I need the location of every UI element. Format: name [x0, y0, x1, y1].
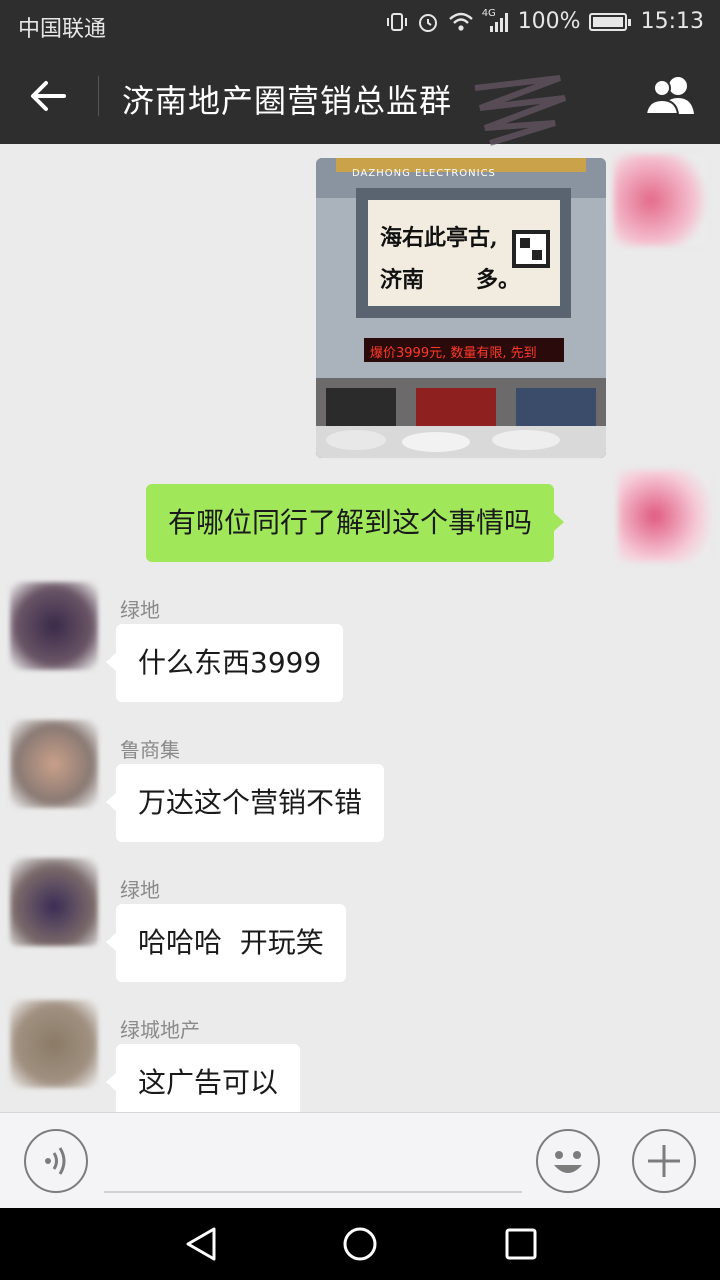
image-message[interactable]: DAZHONG ELECTRONICS 海右此亭古, 济南 多。 爆价3999元…: [316, 158, 606, 458]
battery-percent: 100%: [517, 9, 581, 34]
my-text: 有哪位同行了解到这个事情吗: [168, 506, 533, 539]
message-text: 这广告可以: [138, 1066, 279, 1099]
message-input[interactable]: [104, 1191, 522, 1193]
more-button[interactable]: [632, 1129, 696, 1193]
image-led-text: 爆价3999元, 数量有限, 先到: [370, 346, 537, 361]
sender-name: 绿地: [120, 598, 160, 622]
text-bubble[interactable]: 什么东西3999: [105, 624, 344, 702]
home-nav-icon[interactable]: [342, 1226, 378, 1262]
sender-avatar[interactable]: [10, 1000, 98, 1088]
clock: 15:13: [640, 9, 704, 34]
back-button[interactable]: [24, 72, 72, 120]
status-bar: 中国联通 4G 100% 15:13: [0, 0, 720, 48]
message-text: 什么东西3999: [138, 646, 322, 679]
signal-icon: 4G: [481, 7, 510, 34]
chat-header: 济南地产圈营销总监群: [0, 48, 720, 146]
chat-title: 济南地产圈营销总监群: [122, 82, 453, 120]
text-bubble[interactable]: 这广告可以: [105, 1044, 301, 1112]
billboard-photo: [316, 158, 606, 458]
alarm-icon: [416, 10, 440, 34]
back-nav-icon[interactable]: [184, 1226, 218, 1262]
sender-avatar[interactable]: [10, 720, 98, 808]
emoji-button[interactable]: [536, 1129, 600, 1193]
group-members-button[interactable]: [642, 70, 698, 122]
recents-nav-icon[interactable]: [504, 1226, 538, 1262]
input-bar: [0, 1112, 720, 1208]
my-avatar-2[interactable]: [618, 470, 710, 562]
arrow-left-icon: [31, 81, 66, 111]
wifi-icon: [448, 11, 474, 33]
sender-name: 绿地: [120, 878, 160, 902]
sender-avatar[interactable]: [10, 858, 98, 946]
message-list[interactable]: DAZHONG ELECTRONICS 海右此亭古, 济南 多。 爆价3999元…: [0, 144, 720, 1112]
image-sign-line1: 海右此亭古,: [380, 225, 498, 251]
sender-avatar[interactable]: [10, 582, 98, 670]
image-sign-line2b: 多。: [476, 267, 521, 293]
network-type-label: 4G: [481, 7, 496, 19]
vibrate-icon: [386, 11, 408, 33]
my-avatar[interactable]: [614, 154, 706, 246]
text-bubble[interactable]: 万达这个营销不错: [105, 764, 385, 842]
image-store-sign: DAZHONG ELECTRONICS: [352, 168, 496, 179]
header-divider: [98, 76, 99, 116]
my-text-bubble[interactable]: 有哪位同行了解到这个事情吗: [146, 484, 565, 562]
emoji-icon: [554, 1151, 582, 1173]
voice-button[interactable]: [24, 1129, 88, 1193]
text-bubble[interactable]: 哈哈哈 开玩笑: [106, 904, 346, 982]
battery-icon: [588, 12, 631, 31]
carrier-label: 中国联通: [18, 17, 107, 42]
sender-name: 鲁商集: [120, 738, 180, 762]
people-icon: [644, 77, 694, 115]
sender-name: 绿城地产: [120, 1018, 200, 1042]
system-nav-bar: [0, 1208, 720, 1280]
redaction-scribble: [474, 75, 567, 146]
plus-icon: [648, 1145, 680, 1177]
status-icons: 4G 100% 15:13: [386, 7, 704, 34]
voice-icon: [45, 1147, 66, 1175]
message-text: 万达这个营销不错: [138, 786, 363, 819]
image-sign-line2: 济南: [380, 267, 425, 293]
message-text: 哈哈哈 开玩笑: [138, 926, 324, 959]
